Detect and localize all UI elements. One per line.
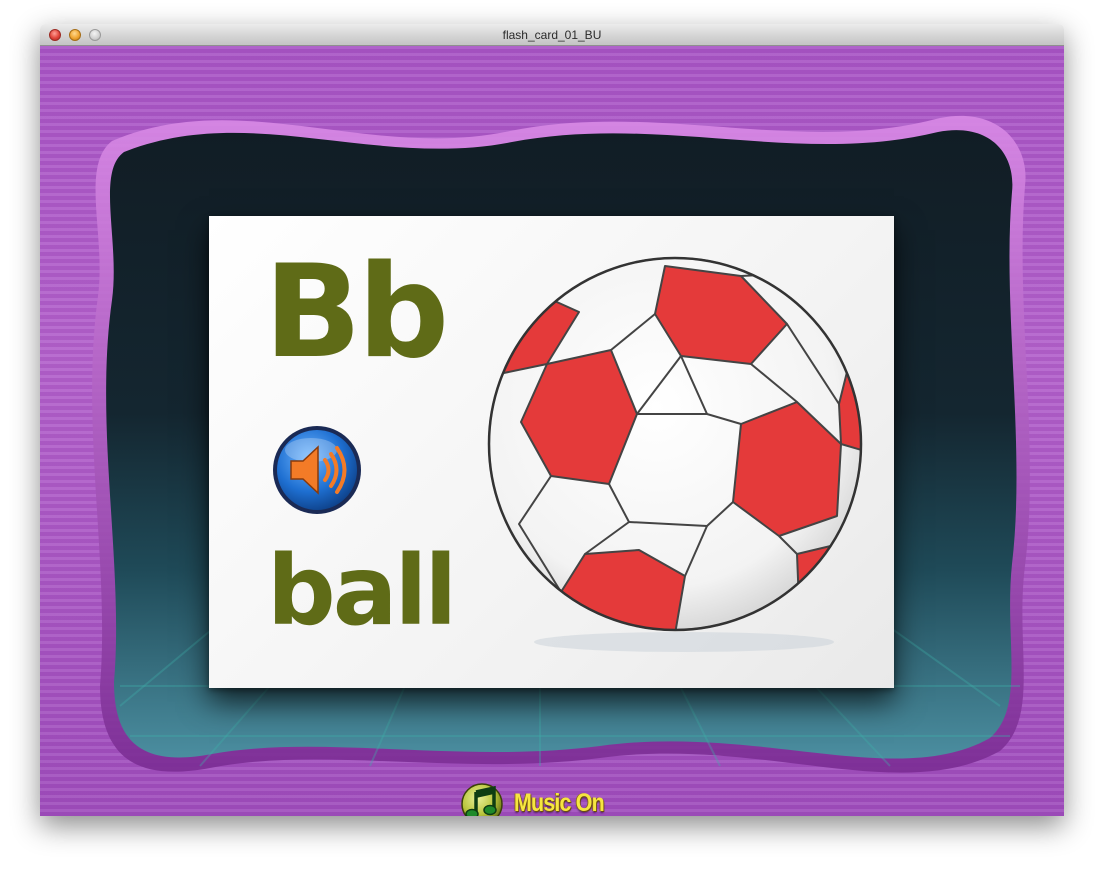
music-note-icon	[461, 783, 503, 816]
flash-card: Bb ball	[209, 216, 894, 688]
app-window: flash_card_01_BU Bb ball Music On	[40, 24, 1064, 816]
title-bar[interactable]: flash_card_01_BU	[40, 24, 1064, 46]
window-title: flash_card_01_BU	[502, 28, 602, 42]
speaker-sound-icon	[273, 426, 361, 514]
music-toggle-button[interactable]: Music On	[458, 782, 618, 816]
soccer-ball-icon	[487, 256, 863, 652]
flash-card-stage: Bb ball Music On	[40, 46, 1064, 816]
play-sound-button[interactable]	[271, 424, 363, 516]
music-toggle-label: Music On	[514, 789, 605, 816]
